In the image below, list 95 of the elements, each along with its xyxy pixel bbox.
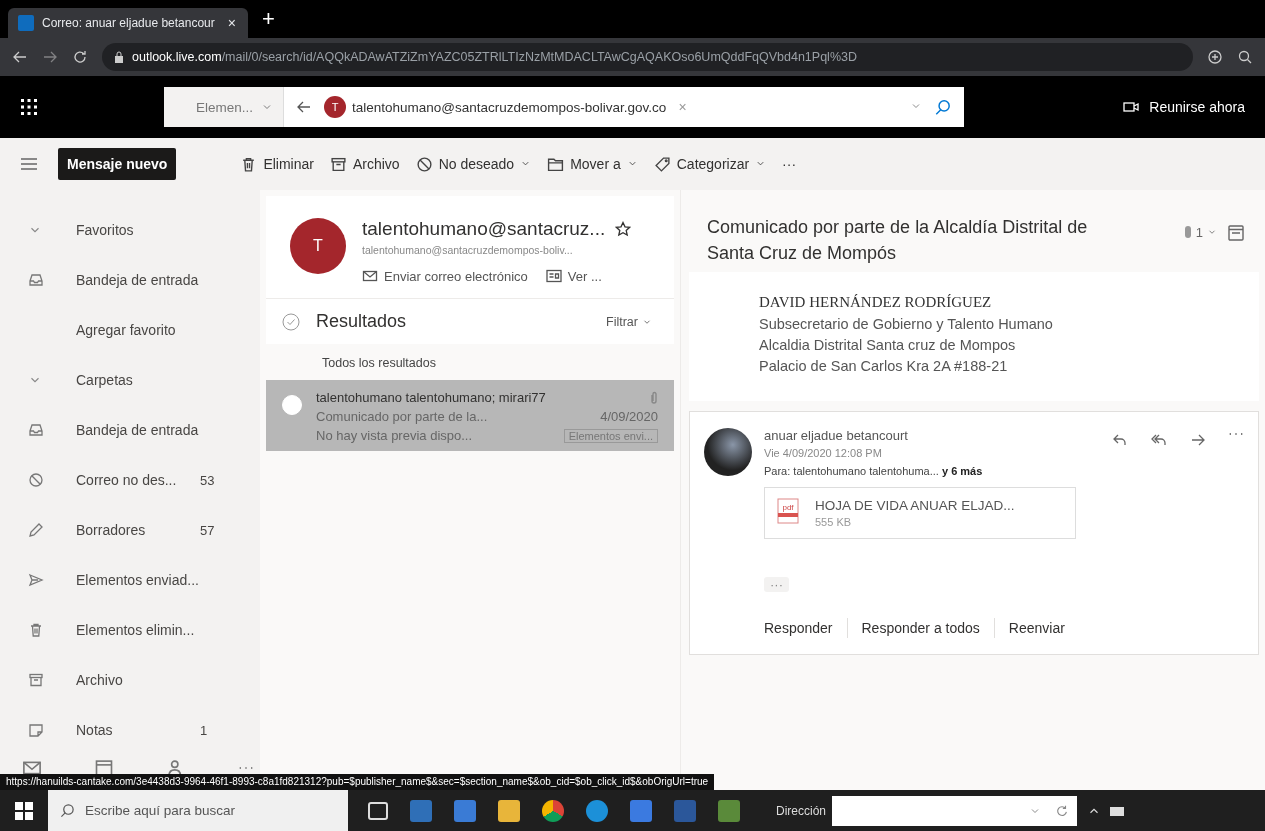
avatar-initial: T xyxy=(290,218,346,274)
mail-icon xyxy=(362,268,378,284)
address-toolbar-field[interactable] xyxy=(832,795,1077,826)
note-icon xyxy=(28,722,44,738)
menu-icon[interactable] xyxy=(20,157,38,171)
new-tab-button[interactable]: + xyxy=(258,6,279,32)
more-icon[interactable] xyxy=(1228,432,1244,436)
contact-email: talentohumano@santacruzdemompos-boliv... xyxy=(362,244,574,256)
windows-start-icon[interactable] xyxy=(15,801,33,820)
tab-title: Correo: anuar eljadue betancour xyxy=(42,16,216,30)
pdf-file-icon: pdf xyxy=(777,498,799,524)
send-email-link[interactable]: Enviar correo electrónico xyxy=(362,268,528,284)
toolbar-button[interactable]: No deseado xyxy=(415,155,532,173)
select-all-checkbox[interactable] xyxy=(282,312,300,331)
blocked-icon xyxy=(415,155,433,173)
more-recipients-link[interactable]: y 6 más xyxy=(941,465,983,477)
back-icon[interactable] xyxy=(12,49,28,65)
folder-item[interactable]: Notas 1 xyxy=(0,705,260,755)
folder-section-toggle[interactable]: Favoritos xyxy=(0,205,260,255)
group-heading: Todos los resultados xyxy=(322,356,436,370)
filter-button[interactable]: Filtrar xyxy=(600,313,658,330)
folder-item[interactable]: Borradores 57 xyxy=(0,505,260,555)
browser-tab[interactable]: Correo: anuar eljadue betancour × xyxy=(8,8,248,38)
inbox-icon xyxy=(28,422,44,438)
avatar-picture xyxy=(704,428,752,476)
app-launcher-icon[interactable] xyxy=(20,98,38,116)
view-link[interactable]: Ver ... xyxy=(545,268,602,284)
reply-action-button[interactable]: Reenviar xyxy=(1008,616,1065,640)
toolbar-button[interactable]: Mover a xyxy=(547,155,638,173)
reply-all-icon[interactable] xyxy=(1150,432,1168,448)
folder-item[interactable]: Correo no des... 53 xyxy=(0,455,260,505)
chrome-app-icon[interactable] xyxy=(542,799,564,822)
forward-arrow-icon[interactable] xyxy=(1190,432,1206,448)
toolbar-button[interactable]: Categorizar xyxy=(653,155,767,173)
meet-now-button[interactable]: Reunirse ahora xyxy=(1123,99,1245,115)
archive-icon xyxy=(28,672,44,688)
folder-item[interactable]: Elementos enviad... xyxy=(0,555,260,605)
add-icon[interactable] xyxy=(1207,49,1223,65)
contact-name: talentohumano@santacruz... xyxy=(362,218,606,240)
select-checkbox[interactable] xyxy=(282,395,302,415)
reply-icon[interactable] xyxy=(1112,432,1128,448)
search-icon[interactable] xyxy=(934,98,952,116)
toolbar-button[interactable]: Archivo xyxy=(329,155,400,173)
tab-close-button[interactable]: × xyxy=(225,15,238,31)
avatar-initial: T xyxy=(324,96,346,118)
search-field[interactable]: Elemen... T talentohumano@santacruzdemompos-bolivar.gov.co × xyxy=(164,87,964,127)
more-actions-button[interactable]: ··· xyxy=(782,156,797,172)
folder-section-toggle[interactable]: Carpetas xyxy=(0,355,260,405)
folder-item[interactable]: Archivo xyxy=(0,655,260,705)
reply-action-button[interactable]: Responder xyxy=(764,616,833,640)
address-bar[interactable]: outlook.live.com/mail/0/search/id/AQQkADAwATZiZmYAZC05ZTRlLTIzNzMtMDACLTAwCgAQAKOso6UmQddFqQVbd4n1Pql%3D xyxy=(102,43,1193,71)
message-item[interactable]: talentohumano talentohumano; mirari77 Comunicado por parte de la... 4/09/2020 No hay vista previa dispo... Elementos envi... xyxy=(266,380,674,451)
camera-icon xyxy=(1123,101,1140,113)
forward-icon[interactable] xyxy=(42,49,58,65)
link-preview-url: https://hanuilds-cantake.com/3e4438d3-9964-46f1-8993-c8a1fd821312?pub=$publisher_name$&sec=$section_name$&ob_cid=$ob_click_id$&obOrigUrl=true xyxy=(0,774,715,790)
search-icon xyxy=(60,803,75,818)
folder-item[interactable]: Elementos elimin... xyxy=(0,605,260,655)
new-message-button[interactable]: Mensaje nuevo xyxy=(58,148,177,180)
back-arrow-icon[interactable] xyxy=(296,99,312,115)
recipients-text: Para: talentohumano talentohuma... xyxy=(764,465,940,477)
signature-text: DAVID HERNÁNDEZ RODRÍGUEZ Subsecretario de Gobierno y Talento Humano Alcaldia Distrital Santa cruz de Mompos Palacio de San Carlos Kra 2A #188-21 xyxy=(689,272,1259,401)
send-icon xyxy=(28,572,44,588)
blocked-icon xyxy=(28,472,44,488)
folder-tag: Elementos envi... xyxy=(563,428,658,443)
search-scope-dropdown[interactable]: Elemen... xyxy=(164,87,284,127)
paperclip-icon xyxy=(1183,224,1192,240)
zoom-icon[interactable] xyxy=(1237,49,1253,65)
taskbar-search-field[interactable]: Escribe aquí para buscar xyxy=(48,790,348,831)
sender-name: anuar eljadue betancourt xyxy=(764,428,908,443)
star-icon[interactable] xyxy=(615,221,632,237)
reply-action-button[interactable]: Responder a todos xyxy=(861,616,980,640)
folder-item[interactable]: Bandeja de entrada xyxy=(0,405,260,455)
trash-icon xyxy=(28,622,44,638)
task-view-icon[interactable] xyxy=(368,801,388,820)
folder-icon xyxy=(547,155,565,173)
tag-icon xyxy=(653,155,671,173)
folder-item[interactable]: Bandeja de entrada xyxy=(0,255,260,305)
results-heading: Resultados xyxy=(316,311,408,332)
attachment-card[interactable]: pdf HOJA DE VIDA ANUAR ELJAD... 555 KB xyxy=(764,487,1076,539)
address-label: Dirección xyxy=(776,803,826,818)
search-chip[interactable]: T talentohumano@santacruzdemompos-bolivar.gov.co × xyxy=(324,96,693,118)
folder-item[interactable]: Agregar favorito xyxy=(0,305,260,355)
archive-icon xyxy=(329,155,347,173)
attachments-button[interactable]: 1 xyxy=(1183,224,1217,240)
message-date: Vie 4/09/2020 12:08 PM xyxy=(764,447,883,459)
email-subject: Comunicado por parte de la Alcaldía Distrital de Santa Cruz de Mompós xyxy=(707,216,1089,266)
more-icon[interactable] xyxy=(238,766,254,770)
refresh-icon[interactable] xyxy=(1055,803,1069,818)
collapse-icon[interactable] xyxy=(1227,224,1245,242)
contact-card-icon xyxy=(545,269,562,283)
pencil-icon xyxy=(28,522,44,538)
inbox-icon xyxy=(28,272,44,288)
toolbar-button[interactable]: Eliminar xyxy=(240,155,314,173)
lock-icon xyxy=(114,51,124,63)
reload-icon[interactable] xyxy=(72,49,88,65)
